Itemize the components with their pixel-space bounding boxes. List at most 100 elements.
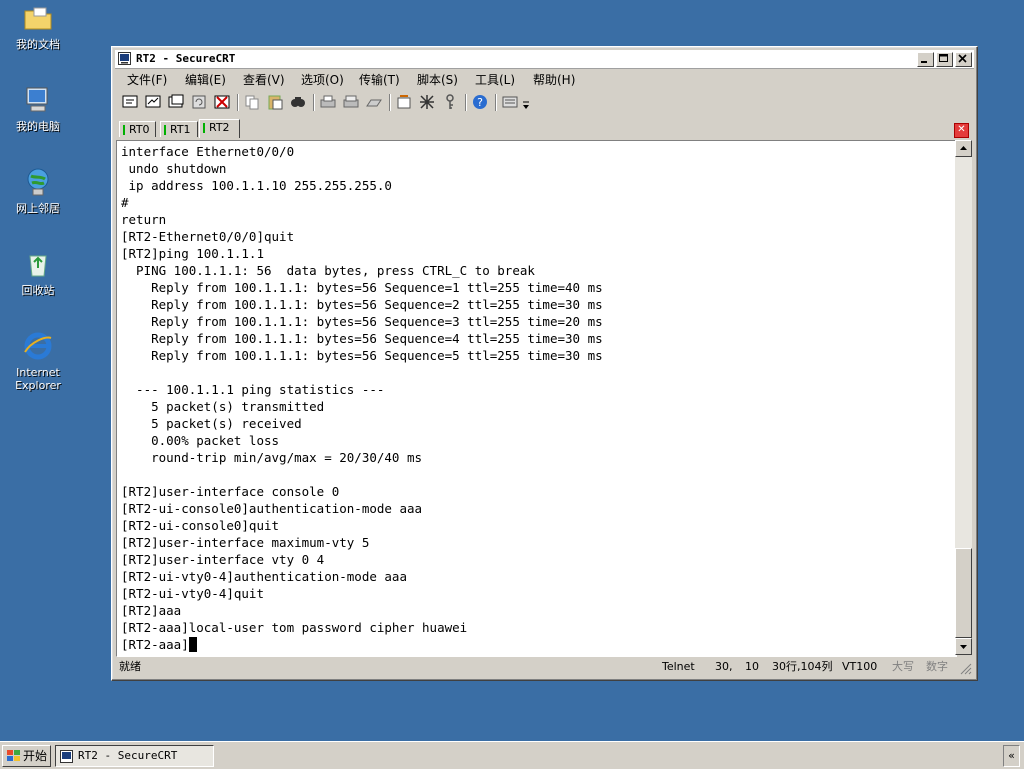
- svg-text:?: ?: [477, 96, 483, 109]
- toolbar-overflow-icon[interactable]: [521, 93, 531, 111]
- taskbar-item-securecrt[interactable]: RT2 - SecureCRT: [55, 745, 214, 767]
- connect-in-tab-icon[interactable]: [167, 93, 185, 111]
- terminal-line: --- 100.1.1.1 ping statistics ---: [121, 382, 385, 397]
- help-icon[interactable]: ?: [471, 93, 489, 111]
- tab-status-indicator: [164, 125, 166, 135]
- menu-options[interactable]: 选项(O): [301, 71, 344, 88]
- desktop-icon-network-places[interactable]: 网上邻居: [0, 166, 76, 215]
- close-tab-button[interactable]: ✕: [954, 123, 969, 138]
- menu-transfer[interactable]: 传输(T): [359, 71, 400, 88]
- menu-script[interactable]: 脚本(S): [417, 71, 458, 88]
- securecrt-app-icon: [118, 52, 131, 65]
- print-icon[interactable]: [319, 93, 337, 111]
- terminal-line: [RT2-ui-vty0-4]authentication-mode aaa: [121, 569, 407, 584]
- menu-help[interactable]: 帮助(H): [533, 71, 575, 88]
- desktop-icon-label: 回收站: [21, 284, 55, 297]
- close-icon: [958, 54, 967, 63]
- tab-rt0[interactable]: RT0: [119, 121, 156, 137]
- desktop-icon-my-documents[interactable]: 我的文档: [0, 2, 76, 51]
- status-row: 30,: [715, 660, 733, 673]
- computer-icon: [26, 87, 48, 112]
- terminal-line: PING 100.1.1.1: 56 data bytes, press CTR…: [121, 263, 535, 278]
- terminal-output: interface Ethernet0/0/0 undo shutdown ip…: [117, 141, 956, 653]
- status-bar: 就绪 Telnet 30, 10 30行,104列 VT100 大写 数字: [115, 657, 974, 677]
- securecrt-window: RT2 - SecureCRT 文件(F) 编辑(E) 查看(V) 选项(O) …: [111, 46, 978, 681]
- menu-edit[interactable]: 编辑(E): [185, 71, 226, 88]
- toolbar: ?: [115, 91, 974, 115]
- connect-icon[interactable]: [121, 93, 139, 111]
- quick-connect-icon[interactable]: [144, 93, 162, 111]
- reconnect-icon[interactable]: [190, 93, 208, 111]
- tab-status-indicator: [203, 123, 205, 133]
- title-bar[interactable]: RT2 - SecureCRT: [115, 50, 974, 69]
- tab-status-indicator: [123, 125, 125, 135]
- terminal-line: Reply from 100.1.1.1: bytes=56 Sequence=…: [121, 280, 603, 295]
- global-options-icon[interactable]: [418, 93, 436, 111]
- toolbar-separator: [389, 94, 391, 111]
- toolbar-separator: [313, 94, 315, 111]
- session-options-icon[interactable]: [395, 93, 413, 111]
- terminal-area[interactable]: interface Ethernet0/0/0 undo shutdown ip…: [116, 140, 957, 657]
- print-selection-icon[interactable]: [342, 93, 360, 111]
- tab-rt2[interactable]: RT2: [199, 119, 240, 138]
- terminal-line: 5 packet(s) transmitted: [121, 399, 325, 414]
- terminal-line: [RT2]user-interface vty 0 4: [121, 552, 325, 567]
- desktop-icon-my-computer[interactable]: 我的电脑: [0, 84, 76, 133]
- network-globe-icon: [27, 168, 49, 196]
- text-cursor: [188, 637, 197, 652]
- menu-view[interactable]: 查看(V): [243, 71, 285, 88]
- folder-icon: [24, 7, 52, 30]
- menu-tools[interactable]: 工具(L): [475, 71, 515, 88]
- key-icon[interactable]: [441, 93, 459, 111]
- chevron-left-icon: «: [1008, 749, 1015, 762]
- terminal-line: interface Ethernet0/0/0: [121, 144, 295, 159]
- desktop-icon-internet-explorer[interactable]: Internet Explorer: [0, 330, 76, 392]
- tray-expand-button[interactable]: «: [1003, 745, 1020, 767]
- desktop-icon-recycle-bin[interactable]: 回收站: [0, 248, 76, 297]
- terminal-line: Reply from 100.1.1.1: bytes=56 Sequence=…: [121, 331, 603, 346]
- maximize-button[interactable]: [936, 52, 953, 67]
- tab-rt1[interactable]: RT1: [160, 121, 198, 137]
- terminal-line: [RT2]ping 100.1.1.1: [121, 246, 264, 261]
- resize-grip-icon[interactable]: [958, 661, 972, 675]
- windows-logo-icon: [7, 750, 20, 761]
- start-button[interactable]: 开始: [2, 745, 51, 767]
- status-num: 数字: [926, 660, 948, 673]
- disconnect-icon[interactable]: [213, 93, 231, 111]
- terminal-line: Reply from 100.1.1.1: bytes=56 Sequence=…: [121, 297, 603, 312]
- close-button[interactable]: [955, 52, 972, 67]
- printer-icon[interactable]: [365, 93, 383, 111]
- paste-icon[interactable]: [266, 93, 284, 111]
- terminal-line: Reply from 100.1.1.1: bytes=56 Sequence=…: [121, 314, 603, 329]
- keymap-icon[interactable]: [501, 93, 519, 111]
- terminal-prompt: [RT2-aaa]: [121, 637, 189, 652]
- terminal-line: 5 packet(s) received: [121, 416, 302, 431]
- minimize-button[interactable]: [917, 52, 934, 67]
- copy-icon[interactable]: [243, 93, 261, 111]
- internet-explorer-icon: [24, 332, 52, 360]
- status-col: 10: [745, 660, 759, 673]
- close-icon: ✕: [957, 124, 966, 135]
- recycle-bin-icon: [29, 255, 47, 277]
- find-icon[interactable]: [289, 93, 307, 111]
- menu-file[interactable]: 文件(F): [127, 71, 167, 88]
- start-label: 开始: [23, 749, 48, 763]
- status-protocol: Telnet: [662, 660, 695, 673]
- terminal-line: [RT2]user-interface console 0: [121, 484, 340, 499]
- terminal-line: round-trip min/avg/max = 20/30/40 ms: [121, 450, 423, 465]
- terminal-line: return: [121, 212, 167, 227]
- terminal-line: undo shutdown: [121, 161, 227, 176]
- terminal-line: [RT2-ui-console0]authentication-mode aaa: [121, 501, 423, 516]
- terminal-line: ip address 100.1.1.10 255.255.255.0: [121, 178, 392, 193]
- window-title: RT2 - SecureCRT: [136, 52, 236, 65]
- status-emulation: VT100: [842, 660, 878, 673]
- maximize-icon: [939, 54, 948, 62]
- scroll-up-button[interactable]: [955, 140, 972, 157]
- scroll-thumb[interactable]: [955, 548, 972, 638]
- session-tabs: RT0 RT1 RT2 ✕: [115, 119, 974, 139]
- desktop-icon-label: 我的文档: [16, 38, 60, 51]
- terminal-line: [RT2-Ethernet0/0/0]quit: [121, 229, 295, 244]
- vertical-scrollbar[interactable]: [955, 140, 972, 655]
- terminal-line: [RT2]aaa: [121, 603, 182, 618]
- scroll-down-button[interactable]: [955, 638, 972, 655]
